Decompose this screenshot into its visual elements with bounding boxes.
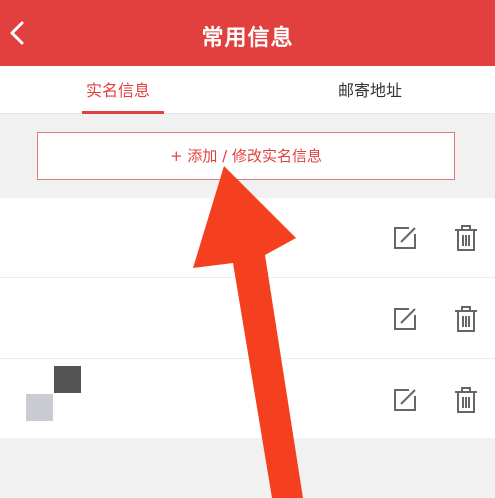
add-edit-real-name-button[interactable]: + 添加 / 修改实名信息 [37,132,455,180]
edit-button[interactable] [389,222,421,254]
avatar-pixel-dark [54,366,81,393]
delete-button[interactable] [450,384,482,416]
page-title: 常用信息 [201,26,294,51]
avatar-pixel-light [26,394,53,421]
tab-bar: 实名信息 邮寄地址 [0,66,495,114]
delete-button[interactable] [450,222,482,254]
edit-button[interactable] [389,303,421,335]
app-header: 常用信息 [0,0,495,66]
avatar [22,366,82,422]
trash-icon [455,225,477,251]
edit-icon [394,389,416,411]
list-item [0,198,495,278]
trash-icon [455,306,477,332]
edit-button[interactable] [389,384,421,416]
content-area: + 添加 / 修改实名信息 [0,114,495,198]
footer-space [0,438,495,498]
tab-real-name-info[interactable]: 实名信息 [86,77,150,101]
list-item [0,279,495,359]
trash-icon [455,387,477,413]
edit-icon [394,227,416,249]
edit-icon [394,308,416,330]
delete-button[interactable] [450,303,482,335]
tab-mailing-address[interactable]: 邮寄地址 [338,77,402,101]
